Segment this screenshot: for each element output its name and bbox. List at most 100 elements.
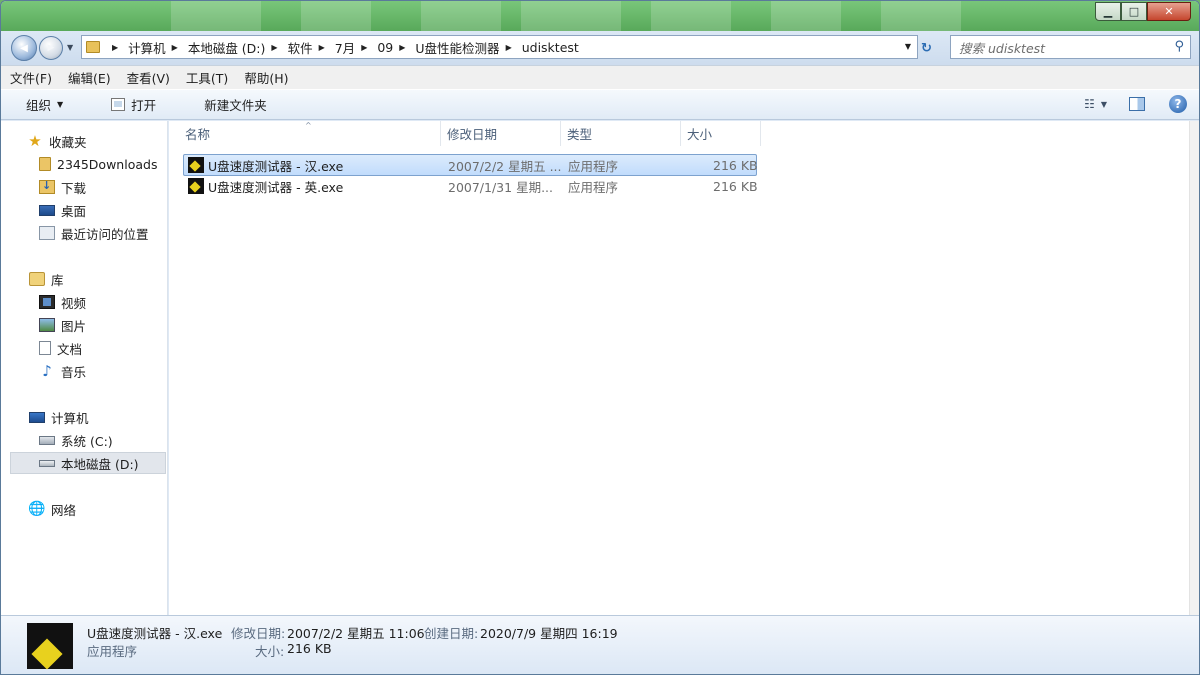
downloads-folder-icon <box>39 179 55 194</box>
nav-item-label: 视频 <box>61 295 87 311</box>
desktop-icon <box>39 204 55 216</box>
open-button[interactable]: 打开 <box>102 92 165 117</box>
system-drive-icon <box>39 435 55 445</box>
open-label: 打开 <box>131 98 157 113</box>
nav-network[interactable]: 🌐 网络 <box>28 498 167 520</box>
open-icon <box>111 98 126 111</box>
nav-item-recent-places[interactable]: 最近访问的位置 <box>39 222 167 244</box>
file-modified: 2007/2/2 星期五 ... <box>448 158 562 174</box>
exe-file-icon <box>188 178 204 194</box>
nav-favorites-label: 收藏夹 <box>49 134 87 150</box>
network-icon: 🌐 <box>28 501 46 517</box>
file-size: 216 KB <box>713 157 758 173</box>
search-placeholder: 搜索 udisktest <box>959 40 1046 56</box>
nav-item-label: 图片 <box>61 318 87 334</box>
document-icon <box>39 341 51 355</box>
breadcrumb-july[interactable]: 7月 ▶ <box>335 38 378 57</box>
menu-file[interactable]: 文件(F) <box>10 68 52 87</box>
file-type: 应用程序 <box>568 179 619 195</box>
nav-favorites[interactable]: ★ 收藏夹 <box>27 130 167 152</box>
address-row: ◀ ▶ ▼ ▶ 计算机 ▶ 本地磁盘 (D:) ▶ 软件 ▶ 7月 ▶ 09 ▶ U盘性能… <box>1 31 1199 65</box>
breadcrumb-computer[interactable]: 计算机 ▶ <box>128 38 188 57</box>
column-header-name[interactable]: 名称 <box>179 121 441 146</box>
breadcrumb-udisktest[interactable]: udisktest <box>522 40 579 55</box>
breadcrumb-09[interactable]: 09 ▶ <box>377 40 415 55</box>
file-name: U盘速度测试器 - 英.exe <box>208 179 344 195</box>
nav-item-videos[interactable]: 视频 <box>39 291 167 313</box>
nav-computer[interactable]: 计算机 <box>29 406 167 428</box>
table-row[interactable]: U盘速度测试器 - 英.exe 2007/1/31 星期... 应用程序 216… <box>183 175 758 197</box>
nav-item-label: 本地磁盘 (D:) <box>61 456 139 472</box>
nav-item-pictures[interactable]: 图片 <box>39 314 167 336</box>
nav-item-documents[interactable]: 文档 <box>39 337 167 359</box>
details-pane: U盘速度测试器 - 汉.exe 应用程序 修改日期: 2007/2/2 星期五 … <box>1 615 1199 674</box>
column-header-size[interactable]: 大小 <box>681 121 761 146</box>
title-bar[interactable]: ▁ □ ✕ <box>1 1 1199 31</box>
search-input[interactable]: 搜索 udisktest ⚲ <box>950 35 1191 59</box>
breadcrumb-udisk-tester[interactable]: U盘性能检测器 ▶ <box>415 38 521 57</box>
nav-item-drive-d[interactable]: 本地磁盘 (D:) <box>10 452 166 474</box>
chevron-down-icon: ▼ <box>57 100 64 109</box>
preview-pane-icon[interactable] <box>1129 97 1145 111</box>
nav-item-label: 最近访问的位置 <box>61 226 149 242</box>
breadcrumb-root-separator[interactable]: ▶ <box>106 43 128 52</box>
nav-item-drive-c[interactable]: 系统 (C:) <box>39 429 167 451</box>
computer-icon <box>29 411 45 423</box>
column-header-type[interactable]: 类型 <box>561 121 681 146</box>
drive-icon <box>39 459 55 467</box>
maximize-button[interactable]: □ <box>1121 2 1147 21</box>
address-dropdown-icon[interactable]: ▼ <box>905 42 911 51</box>
nav-item-label: 2345Downloads <box>57 156 158 172</box>
video-icon <box>39 295 55 309</box>
menu-view[interactable]: 查看(V) <box>127 68 170 87</box>
menu-edit[interactable]: 编辑(E) <box>68 68 111 87</box>
nav-libraries[interactable]: 库 <box>29 268 167 290</box>
breadcrumb-software[interactable]: 软件 ▶ <box>288 38 335 57</box>
details-size-label: 大小: <box>255 644 285 659</box>
details-created-value: 2020/7/9 星期四 16:19 <box>480 626 618 641</box>
details-modified-label: 修改日期: <box>231 626 286 641</box>
address-bar[interactable]: ▶ 计算机 ▶ 本地磁盘 (D:) ▶ 软件 ▶ 7月 ▶ 09 ▶ U盘性能检测器 ▶ u… <box>81 35 918 59</box>
details-filename: U盘速度测试器 - 汉.exe <box>87 626 223 641</box>
menu-help[interactable]: 帮助(H) <box>244 68 288 87</box>
minimize-button[interactable]: ▁ <box>1095 2 1121 21</box>
nav-libraries-label: 库 <box>51 272 64 288</box>
help-icon[interactable]: ? <box>1169 95 1187 113</box>
nav-item-desktop[interactable]: 桌面 <box>39 199 167 221</box>
nav-item-downloads[interactable]: 下载 <box>39 176 167 198</box>
nav-item-label: 音乐 <box>61 364 87 380</box>
exe-file-large-icon <box>27 623 73 669</box>
search-icon[interactable]: ⚲ <box>1174 39 1184 54</box>
nav-item-label: 桌面 <box>61 203 87 219</box>
column-header-modified[interactable]: 修改日期 <box>441 121 561 146</box>
close-button[interactable]: ✕ <box>1147 2 1191 21</box>
view-options-icon[interactable]: ☷ <box>1084 97 1095 111</box>
pictures-icon <box>39 318 55 332</box>
nav-item-2345downloads[interactable]: 2345Downloads <box>39 153 167 175</box>
nav-computer-label: 计算机 <box>51 410 89 426</box>
nav-item-label: 文档 <box>57 341 83 357</box>
details-modified-value: 2007/2/2 星期五 11:06 <box>287 626 425 641</box>
view-chevron-down-icon[interactable]: ▼ <box>1101 100 1107 109</box>
nav-item-music[interactable]: ♪ 音乐 <box>39 360 167 382</box>
refresh-icon[interactable]: ↻ <box>921 41 932 56</box>
table-row[interactable]: U盘速度测试器 - 汉.exe 2007/2/2 星期五 ... 应用程序 21… <box>183 154 758 176</box>
navigation-pane: ★ 收藏夹 2345Downloads 下载 桌面 最近访问的位置 库 视频 <box>1 121 168 615</box>
vertical-scrollbar[interactable] <box>1189 121 1199 615</box>
recent-places-icon <box>39 226 55 240</box>
file-name: U盘速度测试器 - 汉.exe <box>208 158 344 174</box>
file-modified: 2007/1/31 星期... <box>448 179 553 195</box>
history-dropdown-icon[interactable]: ▼ <box>67 43 73 52</box>
file-type: 应用程序 <box>568 158 619 174</box>
breadcrumb-drive-d[interactable]: 本地磁盘 (D:) ▶ <box>188 38 288 57</box>
star-icon: ★ <box>28 132 42 150</box>
file-size: 216 KB <box>713 178 758 194</box>
file-list: ^ 名称 修改日期 类型 大小 U盘速度测试器 - 汉.exe 2007/2/2… <box>169 121 1189 615</box>
new-folder-button[interactable]: 新建文件夹 <box>195 92 276 117</box>
back-button[interactable]: ◀ <box>11 35 37 61</box>
organize-button[interactable]: 组织 ▼ <box>17 92 72 117</box>
menu-tools[interactable]: 工具(T) <box>186 68 228 87</box>
forward-arrow-icon: ▶ <box>47 43 55 53</box>
nav-item-label: 系统 (C:) <box>61 433 113 449</box>
forward-button[interactable]: ▶ <box>39 36 63 60</box>
